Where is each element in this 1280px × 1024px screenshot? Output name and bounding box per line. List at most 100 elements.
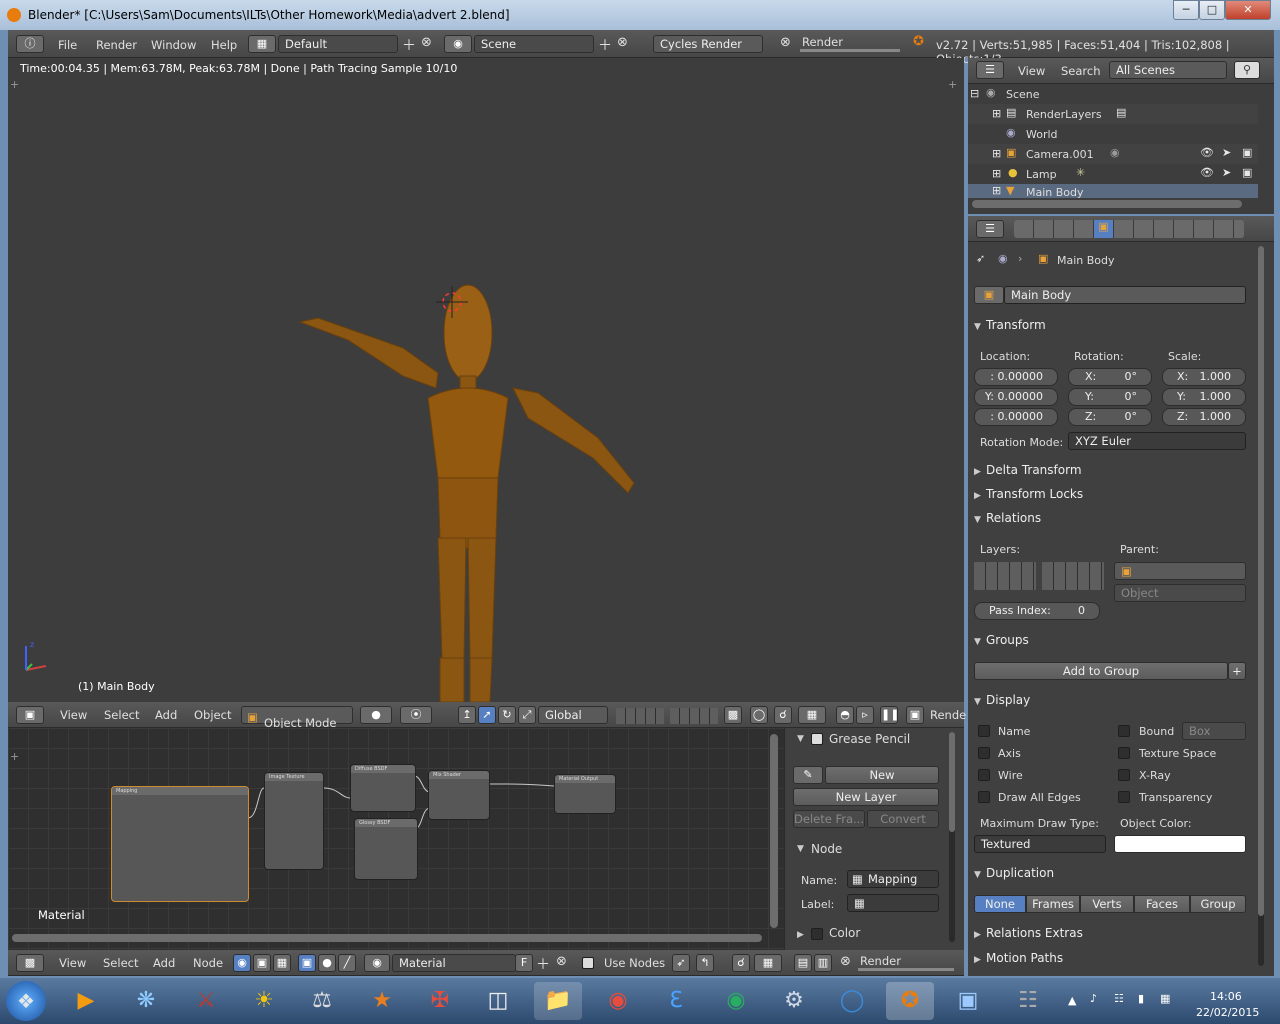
lock-layers-icon[interactable]: ▩	[724, 706, 742, 724]
network-icon[interactable]: ☷	[1114, 992, 1124, 1005]
game-sun-icon[interactable]: ☀	[240, 982, 288, 1020]
object-name-field[interactable]: Main Body	[1004, 286, 1246, 304]
max-draw-type-select[interactable]: Textured	[974, 835, 1106, 853]
remove-layout-icon[interactable]: ⊗	[421, 35, 432, 50]
pencil-icon[interactable]: ✎	[793, 766, 823, 784]
add-scene-icon[interactable]: ＋	[598, 35, 612, 55]
chrome-icon[interactable]: ◉	[712, 982, 760, 1020]
game-ee-icon[interactable]: ⚖	[298, 982, 346, 1020]
steam-icon[interactable]: ⚙	[770, 982, 818, 1020]
safari-icon[interactable]: ❋	[122, 982, 170, 1020]
scene-field[interactable]: Scene	[474, 35, 594, 53]
menu-render[interactable]: Render	[96, 38, 137, 52]
game-aoe-icon[interactable]: ⚔	[182, 982, 230, 1020]
snap-icon[interactable]: ☌	[774, 706, 792, 724]
menu-search[interactable]: Search	[1061, 64, 1101, 78]
menu-object[interactable]: Object	[194, 708, 231, 722]
dupli-none-button[interactable]: None	[974, 895, 1026, 913]
clock-date[interactable]: 22/02/2015	[1196, 1006, 1259, 1019]
world-shader-icon[interactable]: ●	[318, 954, 336, 972]
rotate-icon[interactable]: ↻	[498, 706, 516, 724]
outliner-row[interactable]: ⊞ ▼ Main Body	[968, 184, 1258, 198]
remove-scene-icon[interactable]: ⊗	[617, 35, 628, 50]
menu-view[interactable]: View	[1018, 64, 1045, 78]
scene-icon[interactable]: ◉	[444, 35, 472, 53]
new-grease-pencil-button[interactable]: New	[825, 766, 939, 784]
vertical-scrollbar[interactable]	[770, 734, 778, 928]
opengl-render-icon[interactable]: ◓	[836, 706, 854, 724]
material-field[interactable]: Material	[392, 954, 516, 972]
rotation-y-field[interactable]: Y: 0°	[1068, 388, 1152, 406]
cancel-render-icon[interactable]: ⊗	[780, 35, 791, 50]
collapse-icon[interactable]: ⊟	[970, 87, 979, 100]
snap-icon[interactable]: ☌	[732, 954, 750, 972]
node-material-output[interactable]: Material Output	[554, 774, 616, 814]
display-panel-header[interactable]: ▼ Display	[974, 689, 1252, 711]
outliner-row[interactable]: ⊞ ▣ Camera.001 ◉ 👁 ➤ ▣	[968, 144, 1258, 164]
dupli-faces-button[interactable]: Faces	[1134, 895, 1190, 913]
maximize-button[interactable]: □	[1199, 0, 1225, 20]
use-nodes-checkbox[interactable]	[582, 957, 594, 969]
material-browse-icon[interactable]: ◉	[364, 954, 390, 972]
snap-target-icon[interactable]: ▦	[798, 706, 826, 724]
node-name-field[interactable]: ▦ Mapping	[847, 870, 939, 888]
pass-index-field[interactable]: Pass Index: 0	[974, 602, 1100, 620]
cancel-render-icon[interactable]: ⊗	[840, 954, 851, 969]
expand-icon[interactable]: ⊞	[992, 147, 1001, 160]
expand-icon[interactable]: ⊞	[992, 184, 1001, 197]
visibility-eye-icon[interactable]: 👁	[1200, 166, 1214, 179]
menu-view[interactable]: View	[59, 956, 86, 970]
object-browse-icon[interactable]: ▣	[974, 286, 1004, 304]
display-wire-checkbox[interactable]	[978, 769, 990, 781]
object-layer-grid[interactable]	[974, 562, 1036, 590]
object-color-swatch[interactable]	[1114, 835, 1246, 853]
node-mix-shader[interactable]: Mix Shader	[428, 770, 490, 820]
pin-icon[interactable]: ➶	[672, 954, 690, 972]
outliner-scrollbar[interactable]	[972, 200, 1242, 208]
node-mapping[interactable]: Mapping	[111, 786, 249, 902]
layer-buttons[interactable]	[616, 708, 664, 724]
menu-file[interactable]: File	[58, 38, 77, 52]
translate-icon[interactable]: ➚	[478, 706, 496, 724]
display-name-checkbox[interactable]	[978, 725, 990, 737]
node-glossy-bsdf[interactable]: Glossy BSDF	[354, 818, 418, 880]
pause-icon[interactable]: ❚❚	[880, 706, 899, 724]
delete-frame-button[interactable]: Delete Fra...	[793, 810, 865, 828]
remove-material-icon[interactable]: ⊗	[556, 954, 567, 969]
app-window-icon[interactable]: ◫	[474, 982, 522, 1020]
minimize-button[interactable]: ─	[1173, 0, 1199, 20]
pivot-icon[interactable]: ⦿	[400, 706, 432, 724]
renderable-icon[interactable]: ▣	[1242, 146, 1252, 159]
texture-space-checkbox[interactable]	[1118, 747, 1130, 759]
menu-select[interactable]: Select	[103, 956, 138, 970]
game-empire-icon[interactable]: ✠	[416, 982, 464, 1020]
display-bound-checkbox[interactable]	[1118, 725, 1130, 737]
game-tycoon-icon[interactable]: ★	[358, 982, 406, 1020]
copy-icon[interactable]: ▤	[794, 954, 812, 972]
line-style-icon[interactable]: ╱	[338, 954, 356, 972]
properties-scrollbar[interactable]	[1258, 246, 1264, 966]
start-button[interactable]: ❖	[6, 981, 46, 1021]
rotation-mode-select[interactable]: XYZ Euler	[1068, 432, 1246, 450]
parent-type-select[interactable]: Object	[1114, 584, 1246, 602]
add-layout-icon[interactable]: ＋	[402, 35, 416, 55]
dupli-frames-button[interactable]: Frames	[1026, 895, 1080, 913]
menu-select[interactable]: Select	[104, 708, 139, 722]
menu-node[interactable]: Node	[193, 956, 223, 970]
fake-user-button[interactable]: F	[515, 954, 533, 972]
volume-icon[interactable]: ♪	[1090, 992, 1097, 1005]
expand-icon[interactable]: ⊞	[992, 167, 1001, 180]
compositing-nodes-icon[interactable]: ▦	[273, 954, 291, 972]
visibility-eye-icon[interactable]: 👁	[1200, 146, 1214, 159]
battery-icon[interactable]: ▮	[1138, 992, 1144, 1005]
dell-icon[interactable]: ◯	[828, 982, 876, 1020]
mode-select[interactable]: ▣ Object Mode	[241, 706, 353, 730]
outliner-row[interactable]: ◉ World	[968, 124, 1258, 144]
scale-y-field[interactable]: Y: 1.000	[1162, 388, 1246, 406]
menu-help[interactable]: Help	[211, 38, 237, 52]
add-to-group-button[interactable]: Add to Group	[974, 662, 1228, 680]
app-red-icon[interactable]: ◉	[594, 982, 642, 1020]
menu-window[interactable]: Window	[151, 38, 196, 52]
node-editor[interactable]: + Mapping Image Texture Diffuse BSDF Glo…	[8, 728, 784, 950]
layout-icon[interactable]: ▦	[248, 35, 276, 53]
